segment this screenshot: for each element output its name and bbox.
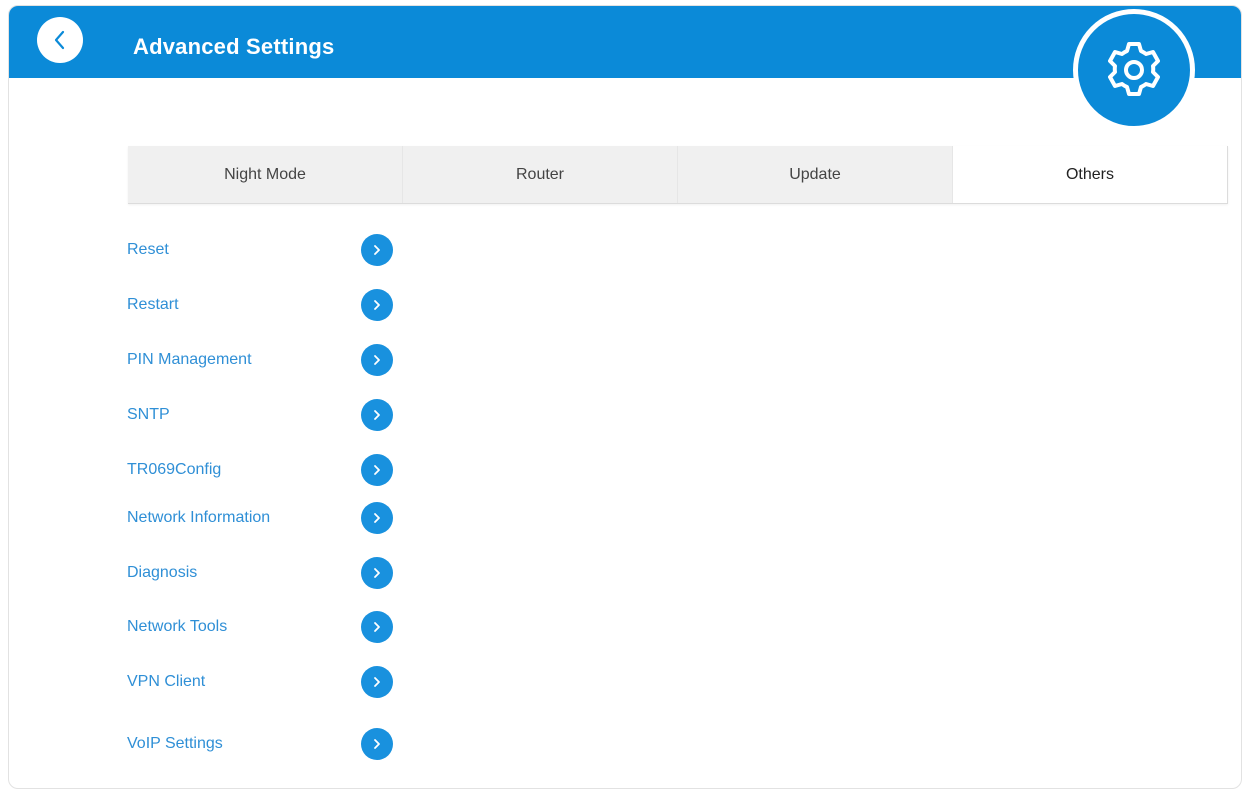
chevron-right-icon[interactable]	[361, 454, 393, 486]
menu-item-voip-settings[interactable]: VoIP Settings	[127, 724, 397, 764]
menu-item-label: Network Tools	[127, 618, 228, 635]
menu-item-diagnosis[interactable]: Diagnosis	[127, 553, 397, 593]
chevron-right-icon[interactable]	[361, 502, 393, 534]
chevron-right-icon[interactable]	[361, 557, 393, 589]
menu-item-network-information[interactable]: Network Information	[127, 498, 397, 538]
chevron-right-icon[interactable]	[361, 344, 393, 376]
menu-item-label: Reset	[127, 241, 169, 258]
menu-item-vpn-client[interactable]: VPN Client	[127, 662, 397, 702]
chevron-right-icon[interactable]	[361, 399, 393, 431]
menu-item-tr069config[interactable]: TR069Config	[127, 450, 397, 490]
tab-night-mode[interactable]: Night Mode	[128, 146, 403, 203]
settings-gear-button[interactable]	[1073, 9, 1195, 131]
menu-item-network-tools[interactable]: Network Tools	[127, 607, 397, 647]
menu-item-restart[interactable]: Restart	[127, 285, 397, 325]
tab-router[interactable]: Router	[403, 146, 678, 203]
menu-item-label: Diagnosis	[127, 564, 198, 581]
tab-others[interactable]: Others	[953, 146, 1227, 203]
chevron-right-icon[interactable]	[361, 234, 393, 266]
chevron-right-icon[interactable]	[361, 289, 393, 321]
menu-item-label: TR069Config	[127, 461, 222, 478]
chevron-right-icon[interactable]	[361, 611, 393, 643]
menu-item-label: Network Information	[127, 509, 271, 526]
menu-item-label: SNTP	[127, 406, 170, 423]
chevron-right-icon[interactable]	[361, 728, 393, 760]
page-title: Advanced Settings	[133, 34, 335, 59]
settings-window: Advanced Settings Night Mode Router Upda…	[8, 5, 1242, 789]
menu-item-label: VoIP Settings	[127, 735, 223, 752]
tab-bar: Night Mode Router Update Others	[128, 146, 1228, 204]
gear-icon	[1108, 42, 1160, 96]
menu-item-label: VPN Client	[127, 673, 206, 690]
menu-item-pin-management[interactable]: PIN Management	[127, 340, 397, 380]
chevron-right-icon[interactable]	[361, 666, 393, 698]
menu-item-label: Restart	[127, 296, 179, 313]
header-bar: Advanced Settings	[9, 6, 1241, 78]
tab-update[interactable]: Update	[678, 146, 953, 203]
chevron-left-icon	[54, 30, 65, 50]
back-button[interactable]	[37, 17, 83, 63]
menu-item-reset[interactable]: Reset	[127, 230, 397, 270]
menu-item-label: PIN Management	[127, 351, 252, 368]
menu-item-sntp[interactable]: SNTP	[127, 395, 397, 435]
